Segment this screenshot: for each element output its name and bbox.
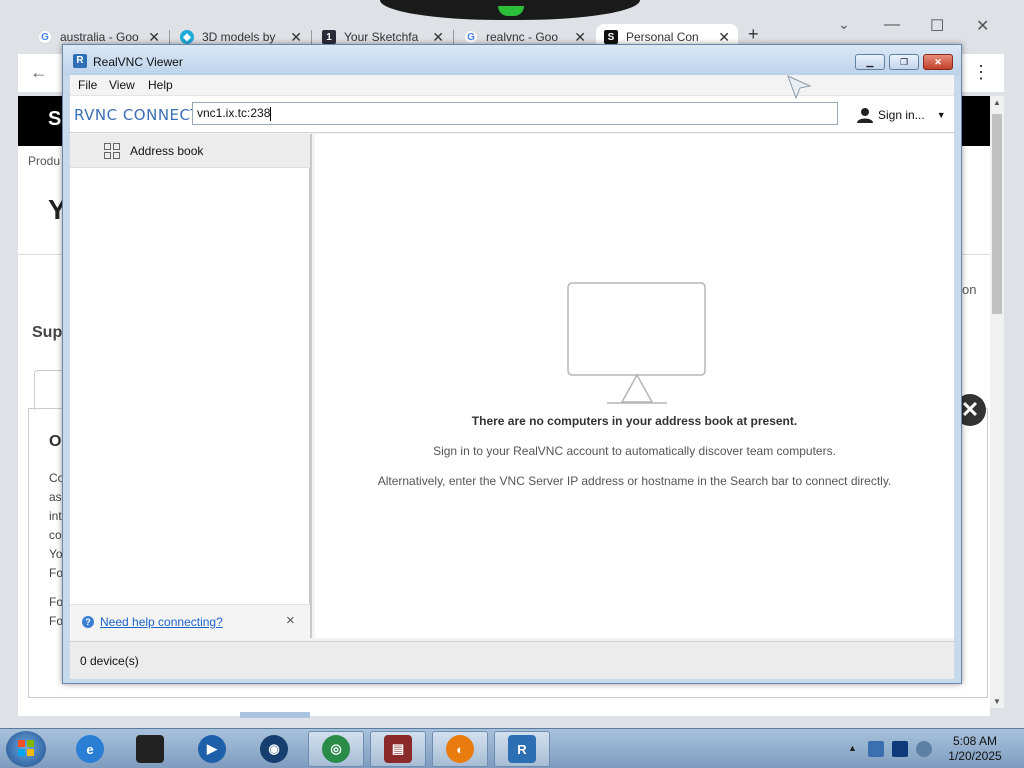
close-button[interactable]: ✕ [923, 54, 953, 70]
browser-tab-title: Your Sketchfa [344, 30, 419, 44]
close-tab-icon[interactable]: ✕ [148, 29, 160, 46]
google-icon: G [38, 30, 52, 44]
sidebar-item-address-book[interactable]: Address book [70, 134, 310, 168]
blender-icon: ◐ [446, 735, 474, 763]
close-tab-icon[interactable]: ✕ [290, 29, 302, 46]
search-connect-input[interactable]: vnc1.ix.tc:238 [192, 102, 838, 125]
sign-in-button[interactable]: Sign in... ▼ [856, 106, 946, 124]
vnc-client-area: File View Help RVNC CONNECT vnc1.ix.tc:2… [70, 75, 954, 679]
menu-view[interactable]: View [109, 78, 135, 92]
site-brand-letter: S [48, 108, 62, 130]
terminal-box-icon [136, 735, 164, 763]
vnc-sidebar: Address book ? Need help connecting? × [70, 134, 312, 638]
empty-state-signin-hint: Sign in to your RealVNC account to autom… [433, 444, 836, 458]
empty-monitor-icon [567, 282, 706, 404]
back-arrow-icon[interactable]: ← [30, 62, 48, 83]
realvnc-icon: R [508, 735, 536, 763]
globe-icon: ◉ [260, 735, 288, 763]
card-heading-fragment: O [49, 433, 62, 450]
media-player-icon: ▶ [198, 735, 226, 763]
network-tray-icon[interactable] [868, 741, 884, 757]
taskbar-internet-explorer[interactable]: e [62, 731, 118, 767]
close-tab-icon[interactable]: ✕ [432, 29, 444, 46]
window-title: RealVNC Viewer [93, 55, 183, 69]
taskbar-winrar[interactable]: ▤ [370, 731, 426, 767]
status-bar: 0 device(s) [70, 641, 954, 679]
search-input-value: vnc1.ix.tc:238 [197, 106, 271, 120]
clock-time: 5:08 AM [952, 734, 998, 748]
start-button[interactable] [6, 731, 46, 767]
user-avatar-icon [857, 108, 873, 123]
realvnc-app-icon: R [73, 54, 87, 68]
taskbar-browser-app[interactable]: ◎ [308, 731, 364, 767]
need-help-link[interactable]: Need help connecting? [100, 615, 223, 629]
sketchfab-numbered-icon: 1 [322, 30, 336, 44]
help-banner: ? Need help connecting? × [70, 604, 310, 638]
close-tab-icon[interactable]: ✕ [574, 29, 586, 46]
browser-tab-title: realvnc - Goo [486, 30, 559, 44]
browser-tab-title: 3D models by [202, 30, 276, 44]
vnc-toolbar: RVNC CONNECT vnc1.ix.tc:238 Sign in... ▼ [70, 95, 954, 133]
support-heading-fragment: Sup [32, 324, 63, 341]
realvnc-viewer-window: R RealVNC Viewer ▁ ❐ ✕ File View Help RV… [62, 44, 962, 684]
kebab-menu-icon[interactable]: ⋮ [972, 62, 990, 83]
system-tray: ▲ 5:08 AM 1/20/2025 [840, 731, 1024, 767]
tab-search-chevron-icon[interactable]: ⌄ [838, 16, 850, 33]
vnc-titlebar[interactable]: R RealVNC Viewer ▁ ❐ ✕ [63, 45, 961, 75]
sidebar-item-label: Address book [130, 144, 204, 158]
mouse-pointer-icon [787, 75, 812, 100]
page-scrollbar[interactable]: ▲ ▼ [990, 96, 1004, 708]
taskbar-blender[interactable]: ◐ [432, 731, 488, 767]
taskbar-terminal[interactable] [122, 731, 178, 767]
show-hidden-icons-arrow[interactable]: ▲ [848, 743, 857, 753]
top-notch-decoration [380, 0, 640, 20]
volume-tray-icon[interactable] [916, 741, 932, 757]
windows-taskbar: e ▶ ◉ ◎ ▤ ◐ R ▲ 5:08 AM 1/20/2025 [0, 728, 1024, 768]
maximize-icon[interactable]: ☐ [930, 16, 944, 36]
minimize-icon[interactable]: — [884, 16, 900, 34]
internet-explorer-icon: e [76, 735, 104, 763]
empty-state-heading: There are no computers in your address b… [471, 414, 798, 428]
menu-help[interactable]: Help [148, 78, 173, 92]
winrar-icon: ▤ [384, 735, 412, 763]
sign-in-label: Sign in... [878, 108, 925, 122]
taskbar-clock[interactable]: 5:08 AM 1/20/2025 [940, 734, 1010, 764]
help-question-icon: ? [82, 616, 94, 628]
horizontal-scroll-thumb[interactable] [240, 712, 310, 718]
browser-tab-title: australia - Goo [60, 30, 139, 44]
taskbar-realvnc[interactable]: R [494, 731, 550, 767]
chevron-down-icon: ▼ [936, 110, 946, 120]
google-icon: G [464, 30, 478, 44]
empty-state-search-hint: Alternatively, enter the VNC Server IP a… [377, 474, 892, 488]
menu-file[interactable]: File [78, 78, 97, 92]
products-nav-fragment[interactable]: Produ [28, 154, 60, 168]
device-count: 0 device(s) [80, 654, 139, 668]
address-book-main-panel: There are no computers in your address b… [315, 134, 954, 638]
close-tab-icon[interactable]: ✕ [718, 29, 730, 46]
close-window-icon[interactable]: ✕ [976, 16, 989, 36]
browser-app-icon: ◎ [322, 735, 350, 763]
s-logo-icon: S [604, 30, 618, 44]
windows-logo-icon [18, 740, 34, 756]
display-tray-icon[interactable] [892, 741, 908, 757]
right-text-fragment: on [962, 282, 977, 297]
browser-tab-title: Personal Con [626, 30, 699, 44]
vnc-connect-logo: RVNC CONNECT [74, 106, 201, 124]
sketchfab-icon: ◆ [180, 30, 194, 44]
taskbar-media-player[interactable]: ▶ [184, 731, 240, 767]
menu-bar: File View Help [70, 75, 954, 95]
restore-button[interactable]: ❐ [889, 54, 919, 70]
clock-date: 1/20/2025 [948, 749, 1002, 763]
scrollbar-thumb[interactable] [992, 114, 1002, 314]
taskbar-globe[interactable]: ◉ [246, 731, 302, 767]
new-tab-button[interactable]: + [748, 24, 759, 45]
minimize-button[interactable]: ▁ [855, 54, 885, 70]
dismiss-help-icon[interactable]: × [286, 612, 295, 629]
address-book-grid-icon [104, 143, 120, 159]
